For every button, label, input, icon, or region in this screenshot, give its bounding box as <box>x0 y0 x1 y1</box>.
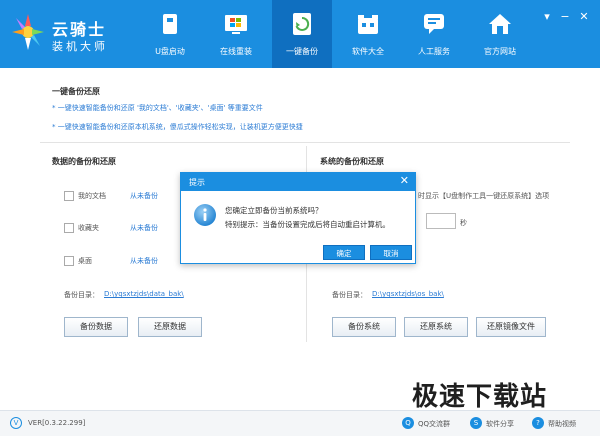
backup-data-button[interactable]: 备份数据 <box>64 317 128 337</box>
tab-manual-service[interactable]: 人工服务 <box>404 0 464 68</box>
info-icon <box>194 204 216 226</box>
software-icon <box>358 15 378 34</box>
tab-online-reinstall[interactable]: 在线重装 <box>206 0 266 68</box>
restore-image-button[interactable]: 还原镜像文件 <box>476 317 546 337</box>
restore-system-button[interactable]: 还原系统 <box>404 317 468 337</box>
dialog-close-icon[interactable]: ✕ <box>400 174 409 187</box>
system-dir-label: 备份目录： <box>332 291 367 299</box>
tab-label: 一键备份 <box>286 47 318 56</box>
seconds-unit: 秒 <box>460 219 467 227</box>
page-title: 一键备份还原 <box>52 87 100 96</box>
app-logo: 云骑士 装机大师 <box>10 10 150 56</box>
dialog-ok-button[interactable]: 确定 <box>323 245 365 260</box>
app-subtitle: 装机大师 <box>52 40 108 53</box>
dialog-message: 您确定立即备份当前系统吗？ <box>225 206 323 215</box>
site-watermark: 极速下载站 <box>412 382 548 412</box>
logo-icon <box>12 14 44 50</box>
app-title: 云骑士 <box>52 20 107 39</box>
backup-status: 从未备份 <box>130 192 158 200</box>
data-dir-label: 备份目录： <box>64 291 99 299</box>
windows-icon <box>225 15 247 34</box>
dialog-title: 提示 <box>189 178 205 187</box>
restore-data-button[interactable]: 还原数据 <box>138 317 202 337</box>
usb-drive-icon <box>163 14 177 34</box>
share-icon: S <box>470 417 482 429</box>
data-dir-link[interactable]: D:\yqsxtzjds\data_bak\ <box>104 290 184 298</box>
version-icon: V <box>10 417 22 429</box>
backup-system-button[interactable]: 备份系统 <box>332 317 396 337</box>
tab-label: U盘启动 <box>155 47 185 56</box>
feature-note-2: * 一键快速智能备份和还原本机系统，傻瓜式操作轻松实现，让装机更方便更快捷 <box>52 123 303 131</box>
tab-label: 人工服务 <box>418 47 450 56</box>
desktop-checkbox[interactable] <box>64 256 74 266</box>
footer-bar: V VER[0.3.22.299] Q QQ交流群 S 软件分享 ? 帮助视频 <box>0 410 600 436</box>
dialog-title-bar: 提示 ✕ <box>181 173 415 191</box>
section-divider <box>40 142 570 143</box>
check-label: 桌面 <box>78 257 92 265</box>
chat-icon <box>424 14 444 34</box>
tab-label: 软件大全 <box>352 47 384 56</box>
backup-status: 从未备份 <box>130 224 158 232</box>
backup-status: 从未备份 <box>130 257 158 265</box>
backup-icon <box>293 13 311 35</box>
tab-label: 在线重装 <box>220 47 252 56</box>
system-dir-link[interactable]: D:\yqsxtzjds\os_bak\ <box>372 290 444 298</box>
qq-group-link[interactable]: QQ交流群 <box>418 419 450 429</box>
tab-software[interactable]: 软件大全 <box>338 0 398 68</box>
check-label: 收藏夹 <box>78 224 99 232</box>
data-backup-title: 数据的备份和还原 <box>52 157 116 166</box>
dialog-warning: 特别提示：当备份设置完成后将自动重启计算机。 <box>225 220 390 229</box>
system-backup-title: 系统的备份和还原 <box>320 157 384 166</box>
seconds-input[interactable] <box>426 213 456 229</box>
home-icon <box>489 14 511 34</box>
close-button[interactable]: ✕ <box>577 10 591 24</box>
tab-official-site[interactable]: 官方网站 <box>470 0 530 68</box>
header-bar: 云骑士 装机大师 U盘启动 在线重装 一键备份 软件大全 人工服务 官方网站 ▾… <box>0 0 600 68</box>
qq-icon: Q <box>402 417 414 429</box>
help-video-link[interactable]: 帮助视频 <box>548 419 576 429</box>
confirm-dialog: 提示 ✕ 您确定立即备份当前系统吗？ 特别提示：当备份设置完成后将自动重启计算机… <box>180 172 416 264</box>
help-icon: ? <box>532 417 544 429</box>
boot-option-text: 时显示【U盘制作工具一键还原系统】选项 <box>418 192 550 200</box>
favorites-checkbox[interactable] <box>64 223 74 233</box>
tab-usb-boot[interactable]: U盘启动 <box>140 0 200 68</box>
version-text: VER[0.3.22.299] <box>28 419 86 427</box>
dialog-cancel-button[interactable]: 取消 <box>370 245 412 260</box>
software-share-link[interactable]: 软件分享 <box>486 419 514 429</box>
documents-checkbox[interactable] <box>64 191 74 201</box>
minimize-button[interactable]: − <box>558 10 572 24</box>
check-label: 我的文档 <box>78 192 106 200</box>
menu-button[interactable]: ▾ <box>540 10 554 24</box>
tab-one-click-backup[interactable]: 一键备份 <box>272 0 332 68</box>
tab-label: 官方网站 <box>484 47 516 56</box>
feature-note-1: * 一键快速智能备份和还原 '我的文档'、'收藏夹'、'桌面' 等重要文件 <box>52 104 263 112</box>
